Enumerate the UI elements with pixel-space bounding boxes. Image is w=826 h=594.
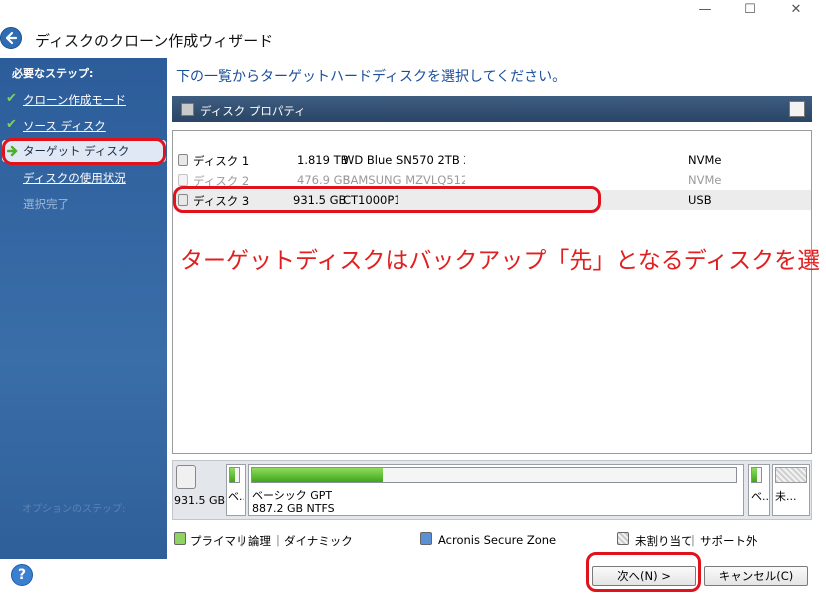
sidebar-step-finish: 選択完了 <box>23 197 69 211</box>
maximize-button[interactable]: ☐ <box>740 2 760 18</box>
disk-model: WD Blue SN570 2TB 234 <box>343 153 465 167</box>
sidebar-step-clone-mode[interactable]: クローン作成モード <box>23 92 126 108</box>
disk-icon <box>176 465 196 489</box>
disk-icon <box>178 174 188 186</box>
secure-zone-legend-icon <box>420 532 432 545</box>
partition-usage-bar <box>251 467 737 483</box>
close-button[interactable]: ✕ <box>786 2 806 18</box>
unallocated-label: 未... <box>775 490 797 503</box>
sidebar-title: 必要なステップ: <box>12 67 94 80</box>
legend-separator: | <box>691 533 695 547</box>
highlight-ring <box>586 552 701 592</box>
legend-unsupported: サポート外 <box>700 534 758 548</box>
sidebar-step-source-disk[interactable]: ソース ディスク <box>23 118 106 134</box>
disk-icon <box>178 154 188 166</box>
disk-interface: NVMe <box>688 173 722 187</box>
unallocated-bar <box>775 467 807 483</box>
disk-name: ディスク 1 <box>193 154 250 168</box>
partition-label: ベ... <box>228 490 244 503</box>
disk-properties-label: ディスク プロパティ <box>200 104 306 118</box>
checkmark-icon: ✔ <box>6 117 17 132</box>
help-icon[interactable]: ? <box>11 564 33 586</box>
legend-secure-zone: Acronis Secure Zone <box>438 533 557 547</box>
disk-interface: USB <box>688 193 712 207</box>
legend-unallocated: 未割り当て <box>635 534 693 548</box>
checkmark-icon: ✔ <box>6 91 17 106</box>
disk-properties-icon <box>181 103 194 116</box>
disk-model: SAMSUNG MZVLQ512H <box>343 173 465 187</box>
highlight-ring <box>2 138 166 165</box>
legend-separator: | <box>240 533 244 547</box>
disk-interface: NVMe <box>688 153 722 167</box>
primary-legend-icon <box>174 532 186 545</box>
legend-separator: | <box>276 533 280 547</box>
legend-dynamic: ダイナミック <box>284 534 353 548</box>
legend-primary: プライマリ <box>190 534 248 548</box>
disk-size-label: 931.5 GB <box>174 494 226 507</box>
minimize-button[interactable]: — <box>695 2 715 18</box>
instruction-text: 下の一覧からターゲットハードディスクを選択してください。 <box>176 69 567 85</box>
legend-logical: 論理 <box>248 534 271 548</box>
partition-bar <box>229 467 240 483</box>
partition-bar <box>751 467 762 483</box>
properties-window-icon[interactable] <box>789 101 805 117</box>
partition-detail: 887.2 GB NTFS <box>252 502 335 515</box>
back-arrow-icon[interactable] <box>0 27 22 49</box>
sidebar-step-disk-usage[interactable]: ディスクの使用状況 <box>23 170 126 186</box>
window-title: ディスクのクローン作成ウィザード <box>35 32 274 50</box>
unallocated-legend-icon <box>617 532 629 545</box>
annotation-text: ターゲットディスクはバックアップ「先」となるディスクを選択 <box>180 248 820 274</box>
highlight-ring <box>173 186 601 213</box>
sidebar-optional-title: オプションのステップ: <box>22 504 126 515</box>
partition-label: ベ... <box>751 490 769 503</box>
partition-type: ベーシック GPT <box>252 489 333 502</box>
cancel-button[interactable]: キャンセル(C) <box>704 566 808 586</box>
partition-usage-fill <box>252 468 383 482</box>
